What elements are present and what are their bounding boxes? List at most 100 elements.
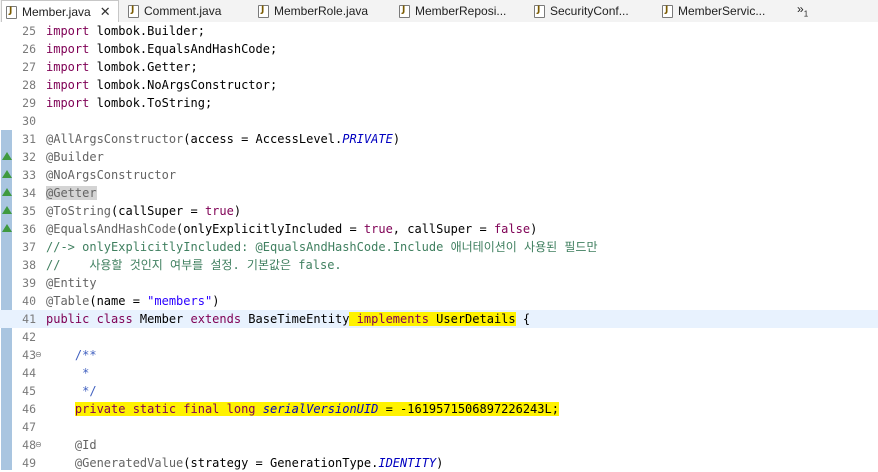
code-text: @Table(name = "members") <box>46 292 219 310</box>
line-number: 34 <box>22 186 36 200</box>
code-line[interactable]: 33 @NoArgsConstructor <box>0 166 878 184</box>
code-text: import lombok.Builder; <box>46 22 205 40</box>
code-line[interactable]: 43 ⊖ /** <box>0 346 878 364</box>
code-line[interactable]: 27 import lombok.Getter; <box>0 58 878 76</box>
code-token: @Id <box>46 438 97 452</box>
code-token: import <box>46 96 90 110</box>
override-marker-icon[interactable] <box>2 188 12 196</box>
line-number: 49 <box>22 456 36 470</box>
code-line[interactable]: 46 private static final long serialVersi… <box>0 400 878 418</box>
code-text: @Id <box>46 436 97 454</box>
code-token: @ToString <box>46 204 112 218</box>
override-marker-icon[interactable] <box>2 152 12 160</box>
editor-tab-bar: Member.java ✕ Comment.java MemberRole.ja… <box>0 0 878 23</box>
code-token: true <box>204 204 234 218</box>
java-file-icon <box>399 4 410 18</box>
line-number: 26 <box>22 42 36 56</box>
code-text: /** <box>46 346 97 364</box>
code-token: BaseTimeEntity <box>241 312 350 326</box>
code-line[interactable]: 34 @Getter <box>0 184 878 202</box>
code-line[interactable]: 32 @Builder <box>0 148 878 166</box>
code-line[interactable]: 37 //-> onlyExplicitlyIncluded: @EqualsAn… <box>0 238 878 256</box>
override-marker-icon[interactable] <box>2 170 12 178</box>
code-token: (callSuper = <box>111 204 205 218</box>
code-token: * <box>46 366 90 380</box>
code-token: ) <box>436 456 444 470</box>
line-number: 35 <box>22 204 36 218</box>
line-number: 48 <box>22 438 36 452</box>
code-token: */ <box>46 384 97 398</box>
code-line[interactable]: 41 public class Member extends BaseTimeEn… <box>0 310 878 328</box>
code-text: @Getter <box>46 184 97 202</box>
code-line[interactable]: 25 import lombok.Builder; <box>0 22 878 40</box>
code-token: (strategy = GenerationType. <box>183 456 379 470</box>
code-line[interactable]: 45 */ <box>0 382 878 400</box>
code-token: @AllArgsConstructor <box>46 132 184 146</box>
line-number: 40 <box>22 294 36 308</box>
line-number: 32 <box>22 150 36 164</box>
code-text: @Builder <box>46 148 104 166</box>
code-token: lombok.EqualsAndHashCode; <box>89 42 278 56</box>
code-line[interactable]: 31 @AllArgsConstructor(access = AccessLev… <box>0 130 878 148</box>
line-number: 44 <box>22 366 36 380</box>
code-token: ) <box>530 222 538 236</box>
code-line[interactable]: 39 @Entity <box>0 274 878 292</box>
code-line[interactable]: 38 // 사용할 것인지 여부를 설정. 기본값은 false. <box>0 256 878 274</box>
code-token: implements <box>349 312 437 326</box>
tab-member-java[interactable]: Member.java ✕ <box>1 0 119 23</box>
code-token: (onlyExplicitlyIncluded = <box>176 222 364 236</box>
code-text: @Entity <box>46 274 97 292</box>
code-token: PRIVATE <box>342 132 393 146</box>
code-token: private static final long <box>74 402 263 416</box>
code-line[interactable]: 29 import lombok.ToString; <box>0 94 878 112</box>
code-text: * <box>46 364 89 382</box>
tab-comment-java[interactable]: Comment.java <box>124 0 254 22</box>
code-line[interactable]: 48 ⊖ @Id <box>0 436 878 454</box>
fold-toggle-icon[interactable]: ⊖ <box>35 351 42 359</box>
override-marker-icon[interactable] <box>2 224 12 232</box>
code-token: import <box>46 60 90 74</box>
code-token: (name = <box>89 294 148 308</box>
tab-securityconfig[interactable]: SecurityConf... <box>530 0 660 22</box>
code-token: lombok.ToString; <box>89 96 213 110</box>
code-token: serialVersionUID <box>262 402 379 416</box>
code-line[interactable]: 36 @EqualsAndHashCode(onlyExplicitlyInclu… <box>0 220 878 238</box>
tab-memberrole-java[interactable]: MemberRole.java <box>254 0 394 22</box>
line-number: 39 <box>22 276 36 290</box>
fold-toggle-icon[interactable]: ⊖ <box>35 441 42 449</box>
code-token: true <box>363 222 393 236</box>
code-editor[interactable]: 25 import lombok.Builder; 26 import lombok.… <box>0 22 878 470</box>
java-file-icon <box>128 4 139 18</box>
code-line[interactable]: 42 <box>0 328 878 346</box>
tab-label: Member.java <box>22 5 91 19</box>
code-token: "members" <box>147 294 213 308</box>
code-line[interactable]: 44 * <box>0 364 878 382</box>
line-number: 28 <box>22 78 36 92</box>
tab-overflow-button[interactable]: »1 <box>797 2 808 18</box>
override-marker-icon[interactable] <box>2 206 12 214</box>
code-token: = -1619571506897226243L; <box>378 402 559 416</box>
code-line[interactable]: 28 import lombok.NoArgsConstructor; <box>0 76 878 94</box>
close-icon[interactable]: ✕ <box>100 5 111 20</box>
code-line[interactable]: 49 @GeneratedValue(strategy = Generation… <box>0 454 878 472</box>
code-token: lombok.Builder; <box>89 24 205 38</box>
code-token: ) <box>212 294 220 308</box>
code-line[interactable]: 26 import lombok.EqualsAndHashCode; <box>0 40 878 58</box>
code-line[interactable]: 35 @ToString(callSuper = true) <box>0 202 878 220</box>
tab-label: MemberRole.java <box>274 4 369 18</box>
line-number: 42 <box>22 330 36 344</box>
code-token: lombok.Getter; <box>89 60 198 74</box>
code-line[interactable]: 47 <box>0 418 878 436</box>
code-token: Member <box>132 312 191 326</box>
code-token: @Builder <box>46 150 104 164</box>
code-line[interactable]: 40 @Table(name = "members") <box>0 292 878 310</box>
tab-memberservice[interactable]: MemberServic... <box>658 0 788 22</box>
code-line[interactable]: 30 <box>0 112 878 130</box>
code-text: // 사용할 것인지 여부를 설정. 기본값은 false. <box>46 256 342 274</box>
code-token: import <box>46 42 90 56</box>
code-text: @AllArgsConstructor(access = AccessLevel… <box>46 130 400 148</box>
tab-memberrepository[interactable]: MemberReposi... <box>395 0 533 22</box>
code-text: //-> onlyExplicitlyIncluded: @EqualsAndH… <box>46 238 598 256</box>
code-token: /** <box>46 348 97 362</box>
code-text: import lombok.EqualsAndHashCode; <box>46 40 277 58</box>
